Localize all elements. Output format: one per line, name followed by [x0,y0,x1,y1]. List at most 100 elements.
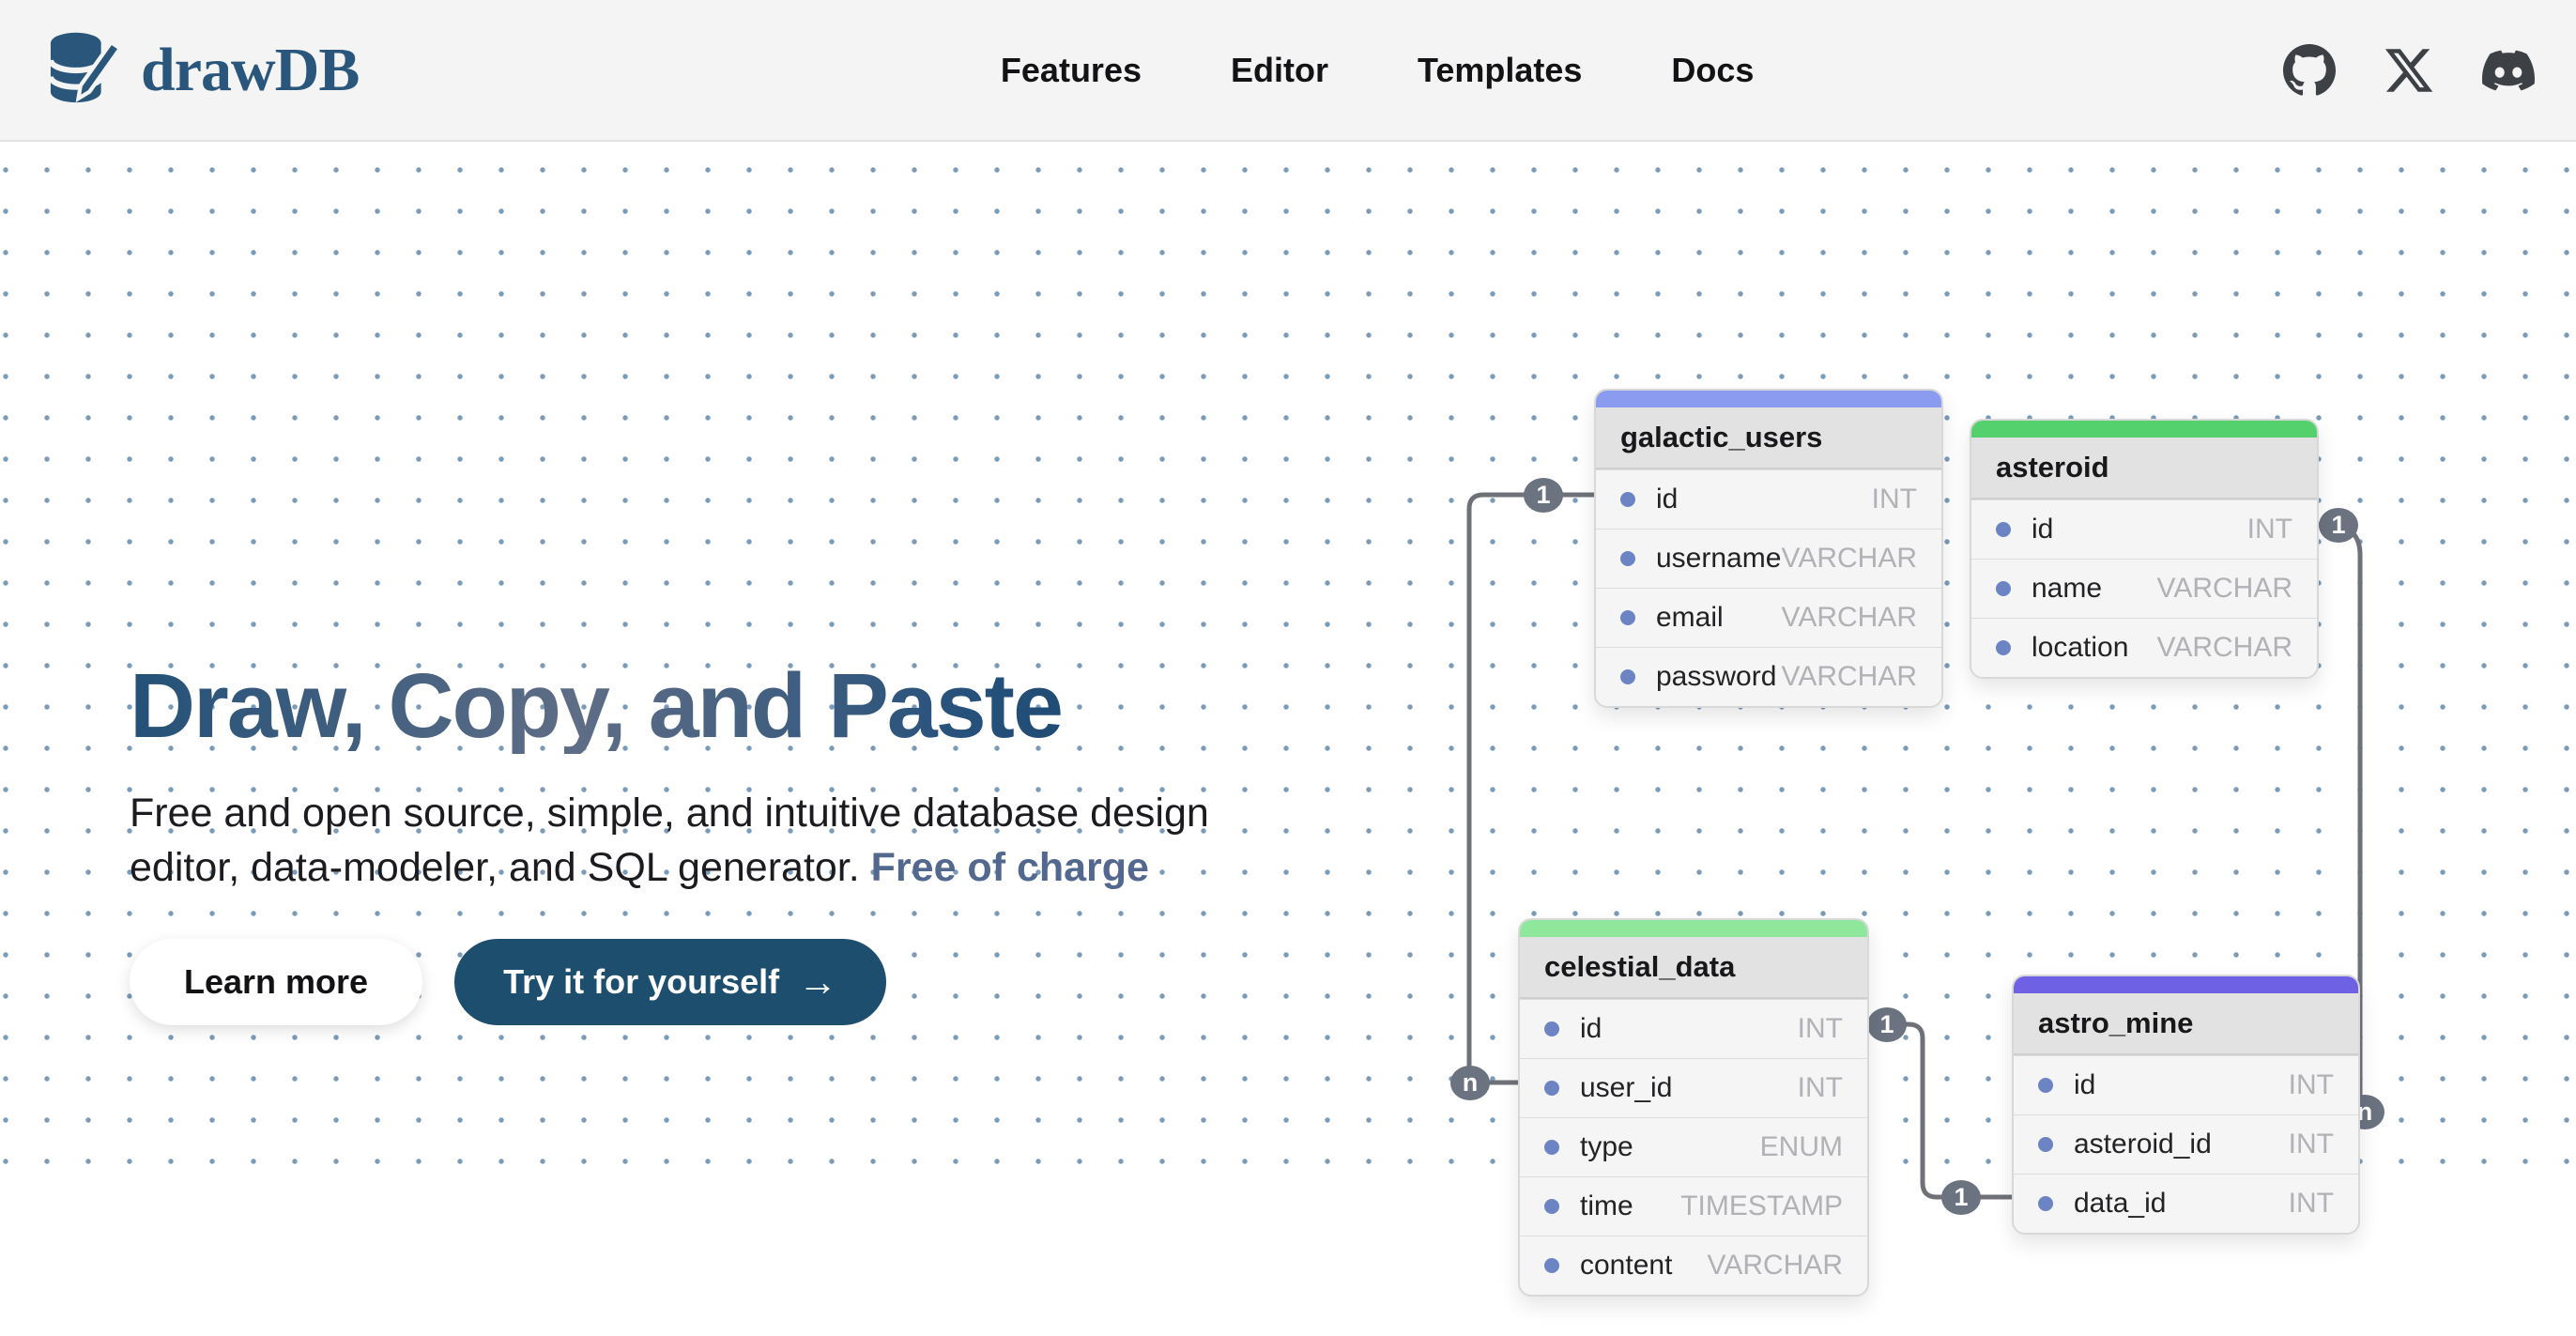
db-table-asteroid: asteroid id INT name VARCHAR location VARCHAR [1970,419,2319,679]
field-dot-icon [1996,581,2011,596]
field-type: INT [1872,484,1917,515]
field-name: id [2074,1069,2095,1101]
field-type: ENUM [1760,1131,1843,1163]
cardinality-badge: n [1450,1066,1490,1100]
table-field-row: id INT [1520,999,1867,1058]
table-name: asteroid [1971,438,2317,499]
nav-link-features[interactable]: Features [1001,51,1142,90]
hero-canvas: Draw, Copy, and Paste Free and open sour… [0,144,2576,1192]
field-dot-icon [1620,669,1635,684]
field-type: INT [1798,1072,1843,1104]
field-dot-icon [1620,492,1635,507]
drawdb-logo-icon [41,27,128,114]
learn-more-button[interactable]: Learn more [130,939,422,1025]
nav-links: Features Editor Templates Docs [888,51,1755,90]
arrow-right-icon: → [798,962,837,1002]
table-accent-bar [2014,976,2358,993]
field-name: asteroid_id [2074,1129,2212,1160]
field-type: INT [2289,1069,2334,1101]
field-type: VARCHAR [1708,1250,1843,1282]
nav-link-docs[interactable]: Docs [1671,51,1754,90]
field-type: INT [2247,514,2292,545]
field-type: TIMESTAMP [1680,1190,1843,1222]
field-type: VARCHAR [1782,602,1917,634]
hero-copy: Draw, Copy, and Paste Free and open sour… [130,658,1312,1025]
table-field-row: content VARCHAR [1520,1236,1867,1295]
table-field-row: email VARCHAR [1596,588,1941,647]
cardinality-badge: 1 [1941,1180,1981,1215]
nav-link-templates[interactable]: Templates [1418,51,1582,90]
field-type: INT [1798,1013,1843,1045]
field-type: INT [2289,1188,2334,1220]
navbar: drawDB Features Editor Templates Docs [0,0,2576,142]
table-name: astro_mine [2014,993,2358,1055]
hero-subtitle-line2: editor, data-modeler, and SQL generator. [130,845,871,890]
x-icon[interactable] [2383,44,2435,97]
table-field-row: name VARCHAR [1971,559,2317,618]
relationship-line [1469,495,1594,1083]
field-dot-icon [1544,1199,1559,1214]
cardinality-badge: 1 [2319,508,2358,543]
cardinality-badge: 1 [1867,1007,1907,1042]
field-dot-icon [1996,522,2011,537]
hero-subtitle: Free and open source, simple, and intuit… [130,786,1312,896]
field-dot-icon [2038,1137,2053,1152]
field-type: VARCHAR [1782,543,1917,575]
field-name: time [1580,1190,1633,1222]
github-icon[interactable] [2283,44,2336,97]
table-field-row: usernameVARCHAR [1596,529,1941,588]
field-dot-icon [1996,640,2011,655]
field-name: type [1580,1131,1633,1163]
hero-subtitle-line1: Free and open source, simple, and intuit… [130,791,1209,836]
try-it-label: Try it for yourself [503,962,779,1002]
field-type: INT [2289,1129,2334,1160]
table-field-row: passwordVARCHAR [1596,647,1941,706]
field-name: location [2032,632,2128,664]
field-name: user_id [1580,1072,1672,1104]
table-accent-bar [1596,391,1941,407]
hero-heading: Draw, Copy, and Paste [130,658,1312,754]
field-name: password [1656,661,1776,693]
field-dot-icon [1544,1140,1559,1155]
table-field-row: id INT [1971,499,2317,559]
field-name: email [1656,602,1724,634]
table-name: galactic_users [1596,407,1941,469]
relationship-line [1869,1024,2012,1197]
table-field-row: data_id INT [2014,1174,2358,1233]
field-name: username [1656,543,1781,575]
field-dot-icon [1544,1081,1559,1096]
field-name: id [2032,514,2053,545]
field-name: id [1580,1013,1602,1045]
field-name: content [1580,1250,1672,1282]
field-dot-icon [1620,610,1635,625]
field-dot-icon [1620,551,1635,566]
table-accent-bar [1520,920,1867,937]
table-name: celestial_data [1520,937,1867,999]
hero-buttons: Learn more Try it for yourself → [130,939,1312,1025]
table-field-row: id INT [1596,469,1941,529]
field-name: name [2032,573,2102,605]
db-table-astro_mine: astro_mineid INT asteroid_id INT data_id INT [2012,975,2360,1235]
field-type: VARCHAR [1782,661,1917,693]
field-dot-icon [1544,1021,1559,1037]
discord-icon[interactable] [2482,44,2535,97]
db-table-galactic_users: galactic_usersidINTusernameVARCHARemailV… [1594,389,1943,708]
field-dot-icon [2038,1196,2053,1211]
field-name: id [1656,484,1678,515]
cardinality-badge: n [2345,1095,2384,1129]
field-name: data_id [2074,1188,2166,1220]
table-accent-bar [1971,421,2317,438]
nav-link-editor[interactable]: Editor [1231,51,1328,90]
try-it-button[interactable]: Try it for yourself → [454,939,886,1025]
table-field-row: type ENUM [1520,1117,1867,1176]
field-type: VARCHAR [2157,632,2292,664]
table-field-row: id INT [2014,1055,2358,1114]
cardinality-badge: 1 [1524,478,1563,513]
table-field-row: time TIMESTAMP [1520,1176,1867,1236]
field-type: VARCHAR [2157,573,2292,605]
field-dot-icon [2038,1078,2053,1093]
logo[interactable]: drawDB [41,27,359,114]
free-of-charge-text: Free of charge [871,845,1149,890]
table-field-row: location VARCHAR [1971,618,2317,677]
logo-text: drawDB [141,35,359,106]
